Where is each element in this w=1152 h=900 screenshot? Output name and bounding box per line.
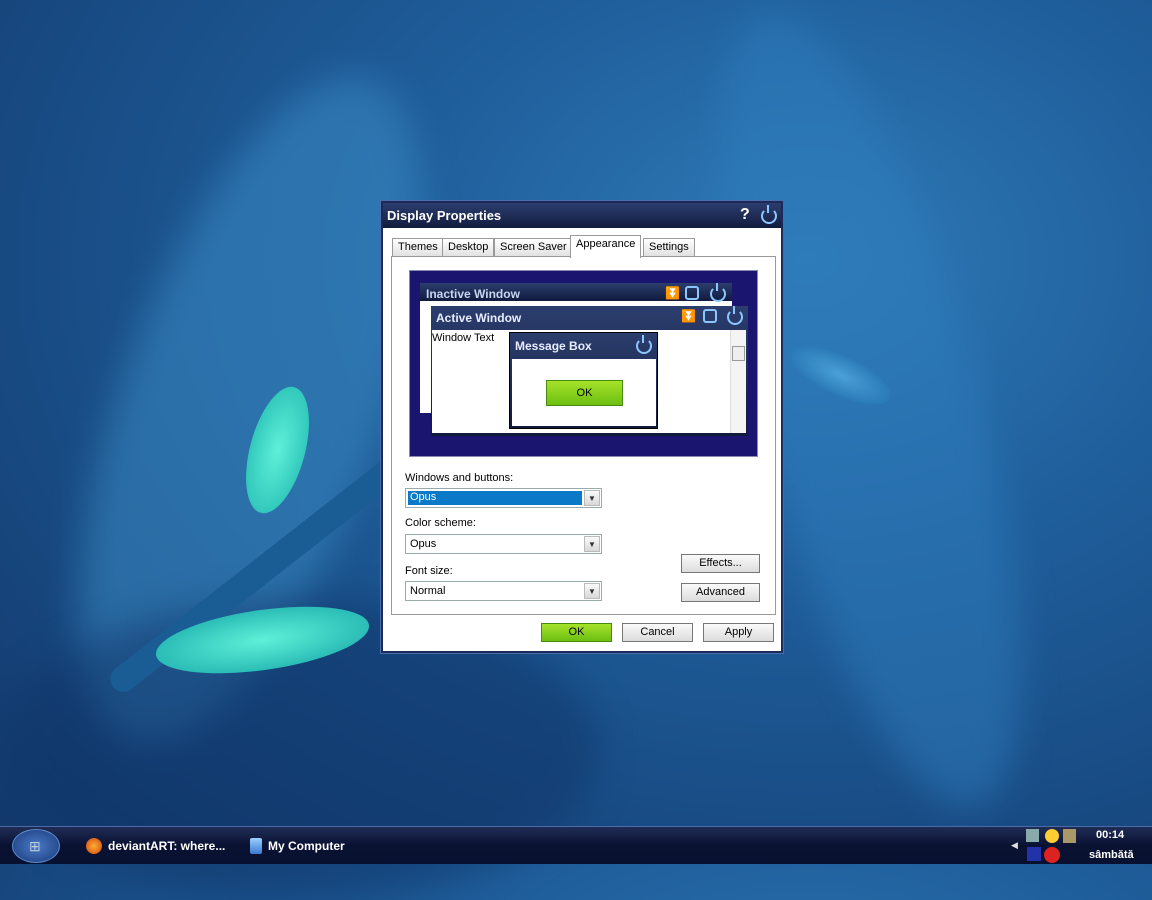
network-icon[interactable]	[1026, 829, 1039, 842]
message-box-preview: Message Box OK	[509, 332, 658, 429]
appearance-panel: Inactive Window ⏬ Active Window ⏬ Window…	[391, 256, 776, 615]
chevron-down-icon: ▼	[584, 490, 600, 506]
task-label: deviantART: where...	[108, 839, 226, 853]
tab-settings[interactable]: Settings	[643, 238, 695, 257]
close-button[interactable]	[761, 205, 777, 227]
power-icon	[761, 205, 777, 224]
messenger-icon[interactable]	[1045, 829, 1059, 843]
taskbar: ⊞ deviantART: where... My Computer ◀ 00:…	[0, 826, 1152, 864]
power-icon	[710, 283, 726, 305]
color-scheme-select[interactable]: Opus ▼	[405, 534, 602, 554]
cancel-button[interactable]: Cancel	[622, 623, 693, 642]
task-button-firefox[interactable]: deviantART: where...	[86, 833, 225, 859]
message-box-title: Message Box	[515, 339, 592, 353]
antivirus-icon[interactable]	[1044, 847, 1060, 863]
clock-day[interactable]: sâmbătă	[1089, 849, 1134, 861]
task-label: My Computer	[268, 839, 345, 853]
tab-desktop[interactable]: Desktop	[442, 238, 495, 257]
scrollbar[interactable]	[730, 330, 746, 433]
inactive-window-title: Inactive Window	[426, 287, 520, 301]
effects-button[interactable]: Effects...	[681, 554, 760, 573]
tab-screen-saver[interactable]: Screen Saver	[494, 238, 573, 257]
window-text: Window Text	[432, 332, 495, 344]
windows-logo-icon: ⊞	[29, 838, 41, 854]
advanced-button[interactable]: Advanced	[681, 583, 760, 602]
chevron-down-icon: ▼	[584, 583, 600, 599]
tab-themes[interactable]: Themes	[392, 238, 444, 257]
power-icon	[636, 335, 652, 357]
font-size-select[interactable]: Normal ▼	[405, 581, 602, 601]
start-button[interactable]: ⊞	[12, 829, 60, 863]
help-button[interactable]: ?	[740, 206, 750, 224]
title-bar: Display Properties	[383, 203, 781, 228]
clock-time[interactable]: 00:14	[1096, 829, 1124, 841]
font-size-label: Font size:	[405, 565, 453, 577]
ok-button[interactable]: OK	[541, 623, 612, 642]
firefox-icon	[86, 838, 102, 854]
computer-icon	[250, 838, 262, 854]
chevron-down-icon: ▼	[584, 536, 600, 552]
tray-app-icon[interactable]	[1027, 847, 1041, 861]
tab-appearance[interactable]: Appearance	[570, 235, 642, 258]
power-icon	[727, 306, 743, 328]
apply-button[interactable]: Apply	[703, 623, 774, 642]
dialog-title: Display Properties	[387, 208, 502, 223]
active-window-title: Active Window	[436, 311, 522, 325]
maximize-icon	[703, 309, 717, 326]
preview-ok-button: OK	[546, 380, 623, 406]
minimize-icon: ⏬	[665, 286, 680, 300]
show-hidden-icons-arrow[interactable]: ◀	[1011, 840, 1018, 851]
color-scheme-label: Color scheme:	[405, 517, 476, 529]
minimize-icon: ⏬	[681, 309, 696, 323]
windows-buttons-select[interactable]: Opus ▼	[405, 488, 602, 508]
task-button-my-computer[interactable]: My Computer	[250, 833, 345, 859]
maximize-icon	[685, 286, 699, 303]
appearance-preview: Inactive Window ⏬ Active Window ⏬ Window…	[409, 270, 758, 457]
windows-buttons-label: Windows and buttons:	[405, 472, 514, 484]
display-properties-dialog: Display Properties ? Themes Desktop Scre…	[381, 201, 783, 653]
security-shield-icon[interactable]	[1063, 829, 1076, 843]
